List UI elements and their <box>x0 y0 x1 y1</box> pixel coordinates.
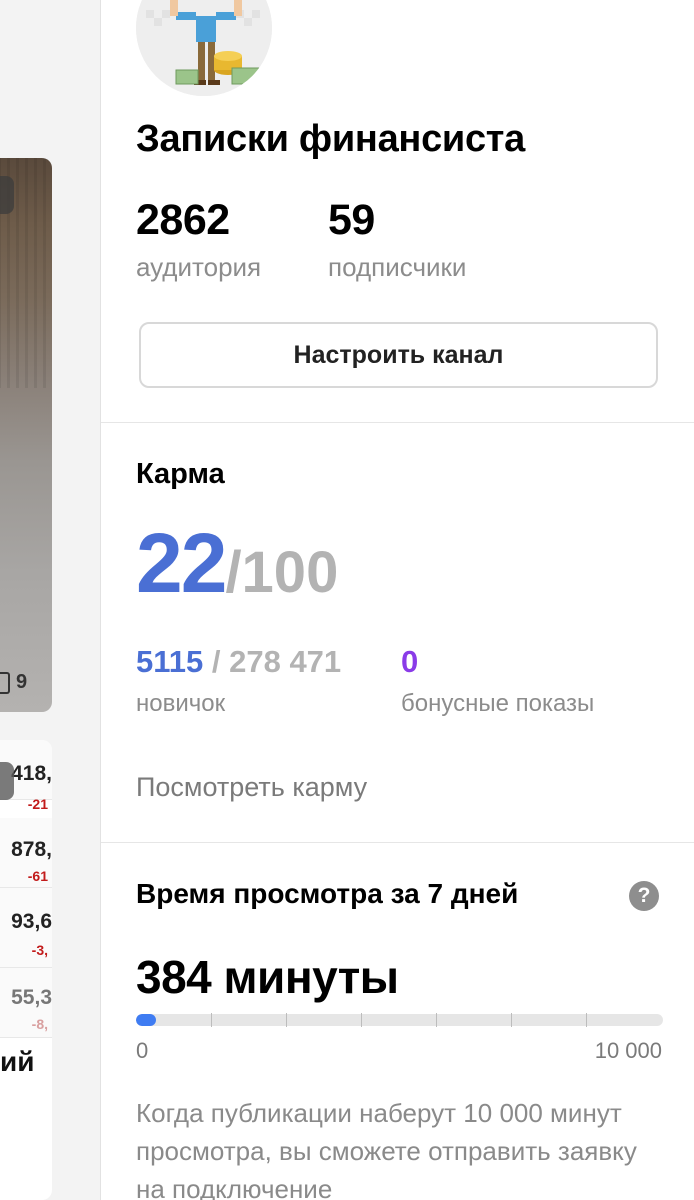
audience-label: аудитория <box>136 252 262 282</box>
karma-separator: / <box>203 644 230 679</box>
quote-value: 878, <box>11 838 52 861</box>
progress-max-label: 10 000 <box>594 1038 662 1063</box>
setup-channel-button[interactable]: Настроить канал <box>139 322 658 388</box>
progress-tick <box>511 1013 512 1027</box>
karma-title: Карма <box>136 458 225 490</box>
bonus-value: 0 <box>401 644 419 679</box>
progress-tick <box>211 1013 212 1027</box>
progress-min-label: 0 <box>136 1038 149 1063</box>
karma-level-label: новичок <box>136 690 226 717</box>
quote-change: -3, <box>31 942 48 958</box>
comment-icon <box>0 671 10 694</box>
channel-name: Записки финансиста <box>136 118 525 160</box>
section-divider <box>101 842 694 843</box>
section-divider <box>101 422 694 423</box>
karma-total: 278 471 <box>229 644 342 679</box>
monetization-info: Когда публикации наберут 10 000 минут пр… <box>136 1098 637 1200</box>
quote-change: -21 <box>27 796 48 812</box>
feed-card-title[interactable]: ий <box>0 1046 34 1078</box>
karma-score: 22/100 <box>136 515 338 612</box>
progress-tick <box>436 1013 437 1027</box>
karma-max: /100 <box>225 540 339 605</box>
watch-time-value: 384 минуты <box>136 951 399 1003</box>
quote-value: 418, <box>11 762 52 785</box>
channel-avatar[interactable] <box>136 0 272 96</box>
view-karma-link[interactable]: Посмотреть карму <box>136 772 367 803</box>
watch-time-progress-bar <box>136 1014 663 1026</box>
karma-progress: 5115 / 278 471 <box>136 644 341 680</box>
quote-row: 878, -61 <box>0 818 52 888</box>
quote-value: 93,6 <box>11 910 52 933</box>
subscribers-label: подписчики <box>328 252 467 282</box>
progress-tick <box>586 1013 587 1027</box>
progress-tick <box>286 1013 287 1027</box>
progress-tick <box>361 1013 362 1027</box>
channel-panel: Записки финансиста 2862 аудитория 59 под… <box>100 0 694 1200</box>
feed-card-quotes[interactable]: 418, -21 878, -61 93,6 -3, 55,3 -8, ••• <box>0 740 52 1200</box>
help-icon[interactable]: ? <box>629 881 659 911</box>
more-options-button[interactable]: ••• <box>0 176 14 214</box>
progress-fill <box>136 1014 156 1026</box>
quote-change: -61 <box>27 868 48 884</box>
subscribers-value: 59 <box>328 196 375 244</box>
bonus-label: бонусные показы <box>401 690 595 717</box>
quote-value: 55,3 <box>11 986 52 1009</box>
quote-change: -8, <box>31 1016 48 1032</box>
avatar-illustration <box>136 0 272 96</box>
audience-value: 2862 <box>136 196 230 244</box>
comment-count[interactable]: 9 <box>0 671 27 694</box>
quote-row: 55,3 -8, <box>0 968 52 1038</box>
left-feed: ••• 9 418, -21 878, -61 93,6 -3, 55,3 -8… <box>0 0 80 1200</box>
more-options-button[interactable]: ••• <box>0 762 14 800</box>
karma-current: 5115 <box>136 644 204 679</box>
quote-row: 93,6 -3, <box>0 888 52 968</box>
feed-card-image[interactable]: ••• 9 <box>0 158 52 712</box>
comment-count-value: 9 <box>16 671 28 693</box>
karma-value: 22 <box>136 516 227 610</box>
watch-time-title: Время просмотра за 7 дней <box>136 878 519 909</box>
